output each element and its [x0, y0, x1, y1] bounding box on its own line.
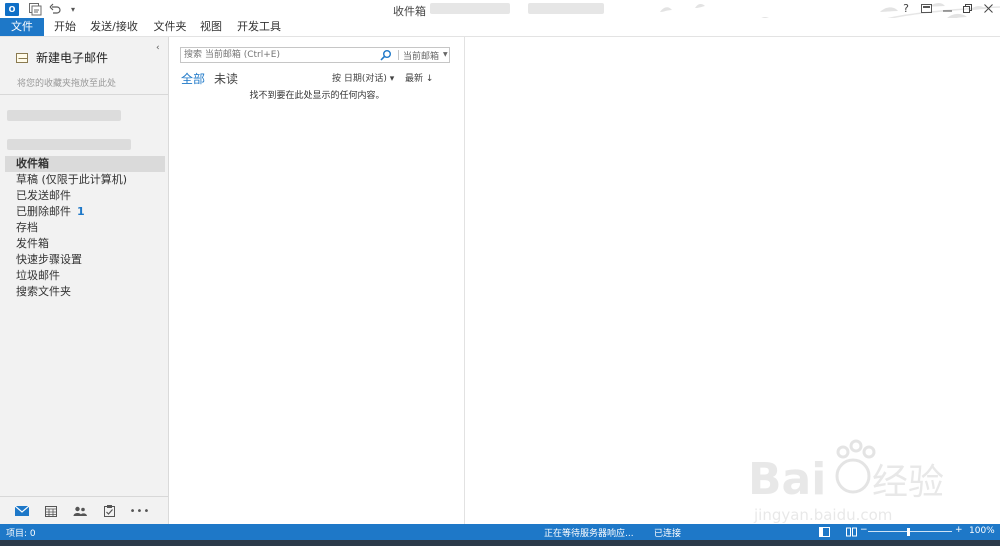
zoom-level[interactable]: 100% [969, 526, 995, 536]
tab-send-receive[interactable]: 发送/接收 [88, 18, 140, 36]
undo-button[interactable] [48, 1, 62, 17]
filter-unread[interactable]: 未读 [214, 70, 238, 87]
outlook-icon: O [5, 2, 19, 16]
folder-quick-steps[interactable]: 快速步骤设置 [5, 252, 165, 268]
search-separator [398, 50, 399, 60]
outlook-logo: O [4, 1, 20, 17]
mail-icon [15, 506, 29, 516]
folder-archive[interactable]: 存档 [5, 220, 165, 236]
account-name-blur [528, 3, 604, 14]
unread-count-badge: 1 [77, 205, 85, 218]
filter-all[interactable]: 全部 [181, 70, 205, 87]
more-modules-button[interactable]: ••• [128, 503, 152, 519]
customize-quick-access-button[interactable]: ▾ [68, 1, 78, 17]
empty-list-message: 找不到要在此处显示的任何内容。 [249, 91, 385, 101]
folder-inbox[interactable]: 收件箱 [5, 156, 165, 172]
favorites-area: ‹ 新建电子邮件 将您的收藏夹拖放至此处 [0, 37, 168, 95]
reading-view-icon[interactable] [846, 527, 857, 537]
ribbon-display-icon [920, 3, 932, 13]
arrange-by-dropdown[interactable]: 按 日期(对话) ▾ [332, 71, 394, 84]
outlook-window: O ▾ 收件箱 - ? 文件 开始 发送/接收 文件夹 视图 开发工具 ‹ 新建… [0, 0, 1000, 546]
tab-home[interactable]: 开始 [50, 18, 80, 36]
search-icon[interactable] [379, 49, 393, 61]
folder-label: 已删除邮件 [16, 205, 71, 218]
tab-view[interactable]: 视图 [197, 18, 225, 36]
ribbon-display-options-button[interactable] [916, 0, 936, 16]
favorites-hint: 将您的收藏夹拖放至此处 [17, 79, 117, 89]
help-button[interactable]: ? [896, 0, 916, 16]
navigation-pane: ‹ 新建电子邮件 将您的收藏夹拖放至此处 收件箱 草稿 (仅限于此计算机) 已发… [0, 37, 169, 524]
search-scope-dropdown[interactable]: 当前邮箱 [403, 49, 439, 62]
people-module-button[interactable] [71, 503, 89, 519]
folder-deleted[interactable]: 已删除邮件 1 [5, 204, 165, 220]
minimize-button[interactable] [937, 0, 957, 16]
chevron-down-icon: ▾ [70, 4, 75, 14]
status-bar: 项目: 0 正在等待服务器响应... 已连接 − + 100% [0, 524, 1000, 540]
folder-label: 发件箱 [16, 237, 49, 250]
folder-label: 垃圾邮件 [16, 269, 60, 282]
server-status: 正在等待服务器响应... [544, 529, 634, 539]
folder-label: 已发送邮件 [16, 189, 71, 202]
os-taskbar [0, 540, 1000, 546]
window-title: 收件箱 - [393, 5, 434, 18]
send-receive-all-button[interactable] [27, 1, 43, 17]
calendar-icon [45, 505, 57, 517]
folder-search-folders[interactable]: 搜索文件夹 [5, 284, 165, 300]
zoom-in-button[interactable]: + [955, 525, 963, 535]
collapse-pane-icon[interactable]: ‹ [156, 43, 160, 53]
folder-label: 收件箱 [16, 157, 49, 170]
ribbon-tabs: 文件 开始 发送/接收 文件夹 视图 开发工具 [0, 18, 1000, 37]
more-icon: ••• [129, 505, 151, 517]
folder-outbox[interactable]: 发件箱 [5, 236, 165, 252]
tasks-icon [103, 505, 115, 517]
people-icon [73, 506, 87, 516]
account-header-blur [7, 110, 121, 121]
folder-label: 快速步骤设置 [16, 253, 82, 266]
item-count: 项目: 0 [6, 529, 36, 539]
minimize-icon [942, 10, 952, 11]
connection-status: 已连接 [654, 529, 682, 539]
search-box: 当前邮箱 ▼ [180, 47, 450, 63]
chevron-down-icon[interactable]: ▼ [443, 51, 448, 58]
search-input[interactable] [181, 48, 395, 62]
mail-module-button[interactable] [13, 503, 31, 519]
account-header-blur [7, 139, 131, 150]
new-email-button[interactable]: 新建电子邮件 [16, 49, 108, 66]
close-button[interactable] [978, 0, 998, 16]
folder-sent[interactable]: 已发送邮件 [5, 188, 165, 204]
message-list-pane: 当前邮箱 ▼ 全部 未读 按 日期(对话) ▾ 最新 ↓ 找不到要在此处显示的任… [169, 37, 465, 524]
account-name-blur [430, 3, 510, 14]
tab-developer[interactable]: 开发工具 [235, 18, 283, 36]
new-mail-icon [16, 52, 28, 63]
folder-label: 草稿 (仅限于此计算机) [16, 173, 128, 186]
zoom-slider[interactable] [868, 531, 952, 532]
folder-junk[interactable]: 垃圾邮件 [5, 268, 165, 284]
tab-file[interactable]: 文件 [0, 18, 44, 36]
folder-drafts[interactable]: 草稿 (仅限于此计算机) [5, 172, 165, 188]
reading-pane [465, 37, 1000, 524]
undo-icon [49, 3, 61, 14]
send-receive-icon [29, 3, 42, 16]
new-email-label: 新建电子邮件 [36, 51, 109, 65]
restore-icon [962, 3, 972, 13]
calendar-module-button[interactable] [42, 503, 60, 519]
folder-label: 存档 [16, 221, 38, 234]
help-icon: ? [903, 1, 909, 15]
sort-order-toggle[interactable]: 最新 ↓ [405, 71, 433, 84]
module-switcher: ••• [0, 496, 168, 524]
tab-folder[interactable]: 文件夹 [150, 18, 190, 36]
close-icon [983, 3, 993, 13]
zoom-out-button[interactable]: − [860, 525, 868, 535]
zoom-slider-thumb[interactable] [907, 528, 910, 536]
restore-button[interactable] [957, 0, 977, 16]
normal-view-icon[interactable] [819, 527, 830, 537]
title-bar: O ▾ 收件箱 - ? [0, 0, 1000, 37]
tasks-module-button[interactable] [100, 503, 118, 519]
folder-label: 搜索文件夹 [16, 285, 71, 298]
